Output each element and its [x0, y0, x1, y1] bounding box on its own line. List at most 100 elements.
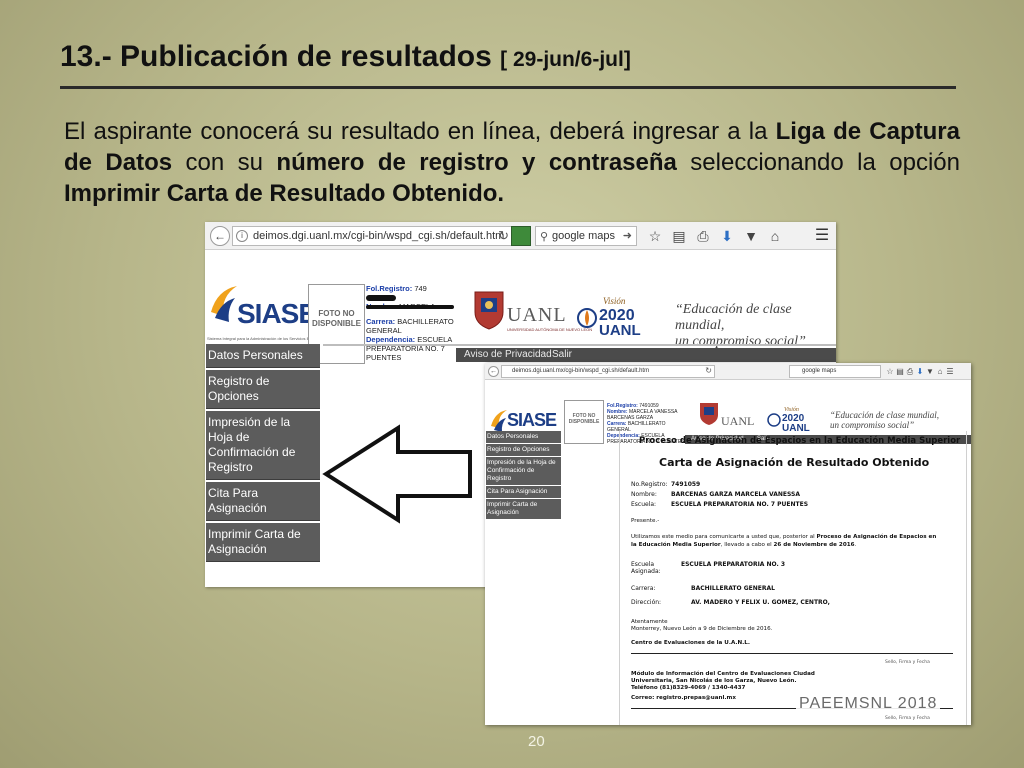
letter-centro: Centro de Evaluaciones de la U.A.N.L.	[631, 640, 751, 646]
asignada-label: Escuela Asignada:	[631, 561, 661, 575]
home-icon[interactable]: ⌂	[935, 365, 945, 378]
intro-bold-credentials: número de registro y contraseña	[276, 149, 677, 176]
slide-date-range: [ 29-jun/6-jul]	[500, 48, 631, 71]
search-icon: ⚲	[540, 231, 549, 243]
star-icon[interactable]: ☆	[643, 226, 667, 246]
photo-placeholder-2: FOTO NO DISPONIBLE	[564, 400, 604, 444]
address-bar-url-2: deimos.dgi.uanl.mx/cgi-bin/wspd_cgi.sh/d…	[512, 368, 650, 374]
siase-wordmark: SIASE	[237, 298, 317, 329]
letter-modulo-1: Módulo de Información del Centro de Eval…	[631, 671, 815, 677]
portal-side-menu: Datos Personales Registro de Opciones Im…	[206, 344, 320, 564]
dependencia-label: Dependencia:	[366, 335, 416, 344]
letter-escuela-value: ESCUELA PREPARATORIA NO. 7 PUENTES	[671, 501, 809, 508]
content-divider	[323, 344, 836, 346]
registro-value: 7491059	[671, 481, 701, 488]
letter-telefono: Teléfono (81)8329-4069 / 1340-4437	[631, 685, 746, 691]
letter-rule-1	[631, 653, 953, 654]
intro-text-3: seleccionando la opción	[676, 149, 960, 176]
home-icon[interactable]: ⌂	[763, 226, 787, 246]
slide-title: 13.- Publicación de resultados [ 29-jun/…	[60, 40, 631, 74]
back-icon[interactable]: ←	[210, 226, 230, 246]
pointer-arrow-icon	[322, 424, 472, 524]
vision-2020-logo-icon: Visión 2020 UANL	[577, 296, 641, 338]
fol-label: Fol.Registro:	[366, 284, 413, 293]
letter-escuela-row: Escuela: ESCUELA PREPARATORIA NO. 7 PUENT…	[631, 501, 808, 508]
download-icon[interactable]: ⬇	[915, 365, 925, 378]
uanl-shield-icon	[474, 291, 504, 330]
letter-direccion-label: Dirección:	[631, 599, 662, 606]
forward-icon[interactable]: ➜	[623, 229, 632, 242]
para-text-2: , llevado a cabo el	[720, 542, 774, 548]
info-icon[interactable]: i	[236, 230, 248, 242]
title-divider	[60, 86, 956, 89]
letter-presente: Presente.-	[631, 518, 660, 524]
back-icon[interactable]: ←	[488, 366, 499, 377]
letter-carrera-label: Carrera:	[631, 585, 656, 592]
nav-salir[interactable]: Salir	[552, 349, 572, 360]
menu-cita-asignacion[interactable]: Cita Para Asignación	[206, 482, 320, 521]
address-bar[interactable]: i deimos.dgi.uanl.mx/cgi-bin/wspd_cgi.sh…	[232, 226, 514, 246]
footer-brand: PAEEMSNL 2018	[796, 694, 941, 714]
letter-direccion-row: Dirección: AV. MADERO Y FELIX U. GOMEZ, C…	[631, 599, 830, 606]
uanl-wordmark-2: UANL	[721, 414, 755, 428]
uanl-slogan-2: “Educación de clase mundial, un compromi…	[830, 410, 939, 430]
letter-nombre-row: Nombre: BARCENAS GARZA MARCELA VANESSA	[631, 491, 800, 498]
slide-title-text: 13.- Publicación de resultados	[60, 40, 492, 73]
uanl-wordmark: UANL	[507, 304, 567, 326]
menu-imprimir-carta-2[interactable]: Imprimir Carta de Asignación	[486, 499, 561, 519]
nav-aviso-privacidad[interactable]: Aviso de Privacidad	[464, 349, 552, 360]
address-bar-2[interactable]: deimos.dgi.uanl.mx/cgi-bin/wspd_cgi.sh/d…	[501, 365, 715, 378]
address-bar-url: deimos.dgi.uanl.mx/cgi-bin/wspd_cgi.sh/d…	[253, 230, 505, 242]
slogan2-line-2: un compromiso social”	[830, 420, 915, 430]
menu-registro-opciones-2[interactable]: Registro de Opciones	[486, 444, 561, 456]
letter-heading: Proceso de Asignación de Espacios en la …	[639, 436, 961, 446]
pocket-icon[interactable]: ▼	[739, 226, 763, 246]
menu-icon[interactable]: ☰	[945, 365, 955, 378]
menu-imprimir-carta[interactable]: Imprimir Carta de Asignación	[206, 523, 320, 562]
search-input[interactable]: ⚲ google maps ➜	[535, 226, 637, 246]
uanl-shield-icon	[700, 403, 718, 425]
letter-lugar-fecha: Monterrey, Nuevo León a 9 de Diciembre d…	[631, 626, 773, 632]
download-icon[interactable]: ⬇	[715, 226, 739, 246]
star-icon[interactable]: ☆	[885, 365, 895, 378]
letter-title: Carta de Asignación de Resultado Obtenid…	[659, 456, 930, 469]
menu-impresion-hoja[interactable]: Impresión de la Hoja de Confirmación de …	[206, 411, 320, 480]
menu-datos-personales-2[interactable]: Datos Personales	[486, 431, 561, 443]
letter-sello-1: Sello, Firma y Fecha	[885, 660, 930, 665]
extension-icon[interactable]	[511, 226, 531, 246]
vision-2020-logo-icon: Visión 2020 UANL	[767, 407, 810, 432]
search-input-2[interactable]: google maps	[789, 365, 881, 378]
registro-label: No.Registro:	[631, 481, 668, 488]
print-icon[interactable]: ⎙	[905, 365, 915, 378]
portal-header: SIASE Sistema Integral para la Administr…	[205, 250, 836, 364]
menu-impresion-hoja-2[interactable]: Impresión de la Hoja de Confirmación de …	[486, 457, 561, 485]
para-text-1: Utilizamos este medio para comunicarte a…	[631, 534, 817, 540]
letter-atentamente: Atentamente	[631, 619, 668, 625]
print-icon[interactable]: ⎙	[691, 226, 715, 246]
carrera-label: Carrera:	[366, 317, 396, 326]
letter-escuela-label: Escuela:	[631, 501, 657, 508]
reload-icon[interactable]: ↻	[498, 228, 509, 244]
pocket-icon[interactable]: ▼	[925, 365, 935, 378]
letter-sello-2: Sello, Firma y Fecha	[885, 716, 930, 721]
letter-asignada-row: Escuela Asignada: ESCUELA PREPARATORIA NO…	[631, 561, 785, 575]
reader-icon[interactable]: ▤	[895, 365, 905, 378]
letter-right-border	[966, 431, 967, 725]
reload-icon[interactable]: ↻	[705, 366, 712, 375]
para-bold-date: 26 de Noviembre de 2016	[773, 542, 855, 548]
slogan2-line-1: “Educación de clase mundial,	[830, 410, 939, 420]
menu-registro-opciones[interactable]: Registro de Opciones	[206, 370, 320, 409]
portal-nav-strip: Aviso de Privacidad Salir	[456, 348, 836, 362]
browser-toolbar-2: ← deimos.dgi.uanl.mx/cgi-bin/wspd_cgi.sh…	[485, 363, 971, 380]
toolbar-icons-2: ☆ ▤ ⎙ ⬇ ▼ ⌂ ☰	[885, 365, 955, 378]
student-info: Fol.Registro: 749 Nombre: MARCELA Carrer…	[366, 284, 456, 362]
letter-paragraph: Utilizamos este medio para comunicarte a…	[631, 533, 941, 549]
asignada-value: ESCUELA PREPARATORIA NO. 3	[681, 561, 786, 568]
menu-icon[interactable]: ☰	[812, 226, 832, 246]
letter-correo: Correo: registro.prepas@uanl.mx	[631, 695, 736, 701]
slogan-line-1: “Educación de clase mundial,	[675, 302, 792, 333]
menu-datos-personales[interactable]: Datos Personales	[206, 344, 320, 368]
reader-icon[interactable]: ▤	[667, 226, 691, 246]
menu-cita-asignacion-2[interactable]: Cita Para Asignación	[486, 486, 561, 498]
vision-top-text: Visión	[603, 296, 626, 306]
